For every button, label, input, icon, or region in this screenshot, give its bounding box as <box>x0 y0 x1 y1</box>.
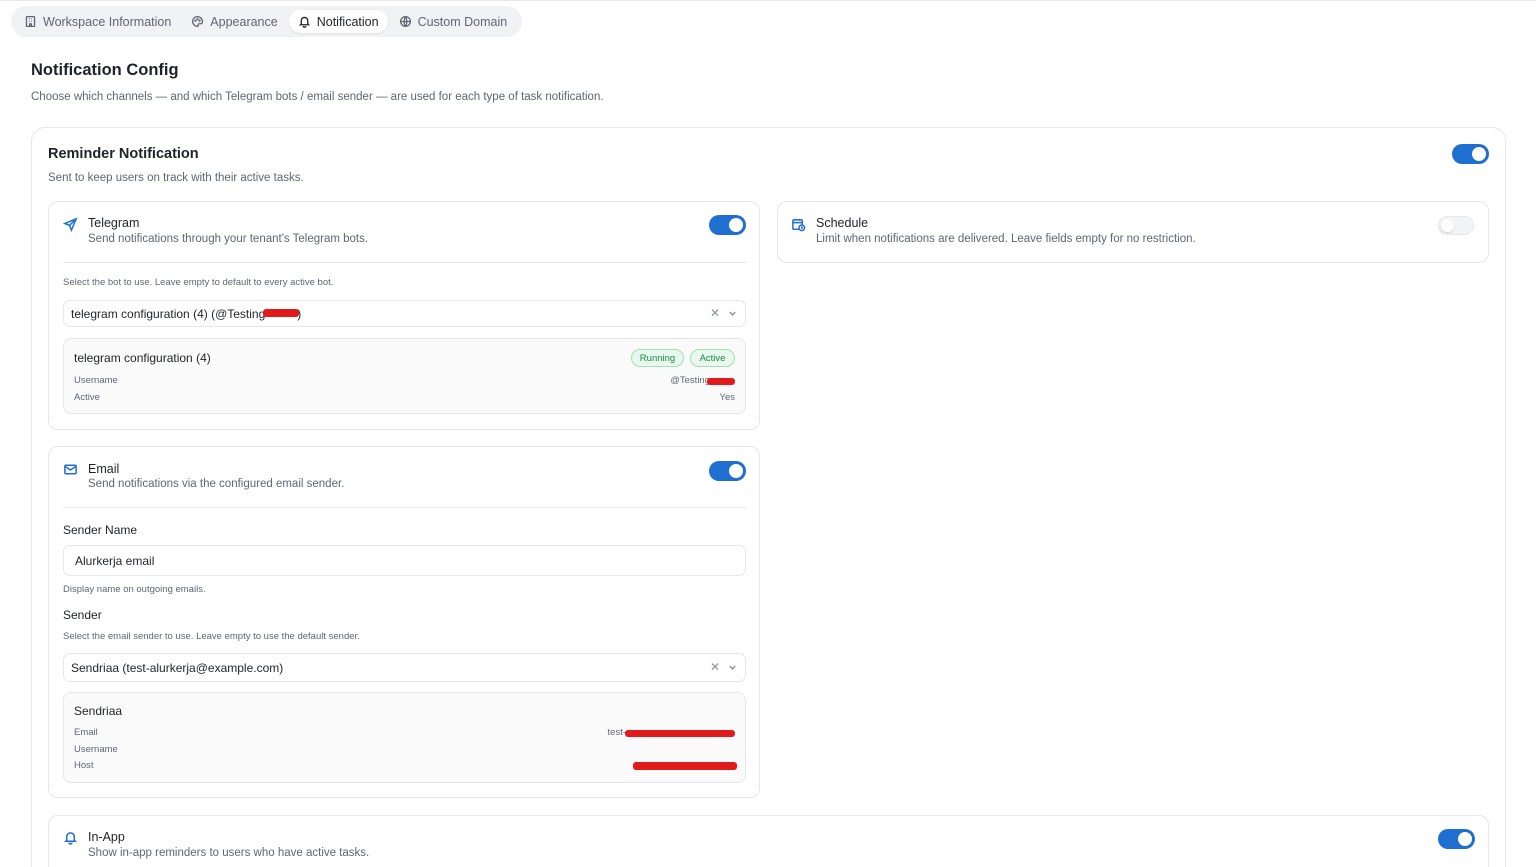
tab-label: Custom Domain <box>417 14 508 29</box>
email-description: Send notifications via the configured em… <box>88 478 345 490</box>
email-sender-selected: Sendriaa (test-alurkerja@example.com) <box>71 660 284 675</box>
sender-email-value: test- <box>607 727 626 738</box>
reminder-title: Reminder Notification <box>48 146 199 162</box>
inapp-toggle[interactable] <box>1438 829 1475 849</box>
inapp-title: In-App <box>88 830 125 844</box>
palette-icon <box>192 15 204 28</box>
email-sender-select[interactable]: Sendriaa (test-alurkerja@example.com) ✕ <box>63 653 746 682</box>
reminder-description: Sent to keep users on track with their a… <box>48 172 304 184</box>
reminder-toggle[interactable] <box>1452 144 1489 164</box>
telegram-bot-hint: Select the bot to use. Leave empty to de… <box>63 277 334 288</box>
email-toggle[interactable] <box>709 461 746 481</box>
redaction-mark <box>707 378 735 385</box>
settings-tabs: Workspace Information Appearance Notific… <box>11 6 522 37</box>
sender-name-input[interactable] <box>63 545 746 576</box>
schedule-card <box>777 201 1489 263</box>
telegram-title: Telegram <box>88 216 140 230</box>
schedule-description: Limit when notifications are delivered. … <box>816 233 1196 245</box>
redaction-mark <box>625 730 735 737</box>
sender-username-label: Username <box>74 744 118 755</box>
mail-icon <box>64 464 77 475</box>
page-description: Choose which channels — and which Telegr… <box>31 91 604 103</box>
sender-name-hint: Display name on outgoing emails. <box>63 584 206 595</box>
bot-name: telegram configuration (4) <box>74 351 211 365</box>
schedule-toggle[interactable] <box>1438 216 1474 235</box>
telegram-bot-select[interactable]: telegram configuration (4) (@Testing) ✕ <box>63 300 746 327</box>
tab-label: Notification <box>316 14 379 29</box>
send-icon <box>63 217 78 232</box>
schedule-title: Schedule <box>816 216 869 230</box>
inapp-channel-card <box>48 815 1489 867</box>
status-badge-running: Running <box>631 349 684 367</box>
bot-username-value: @Testing <box>670 375 710 386</box>
clear-icon[interactable]: ✕ <box>710 660 720 674</box>
bell-icon <box>64 832 77 845</box>
top-border <box>0 0 1536 1</box>
status-badge-active: Active <box>690 349 735 367</box>
bot-username-label: Username <box>74 375 118 386</box>
tab-workspace-information[interactable]: Workspace Information <box>15 10 180 33</box>
telegram-description: Send notifications through your tenant's… <box>88 233 369 245</box>
telegram-bot-selected: telegram configuration (4) (@Testing <box>71 306 266 321</box>
divider <box>63 507 746 508</box>
calendar-clock-icon <box>792 218 806 232</box>
tab-appearance[interactable]: Appearance <box>182 10 286 33</box>
sender-name-label: Sender Name <box>63 523 138 537</box>
inapp-description: Show in-app reminders to users who have … <box>88 847 370 859</box>
sender-label: Sender <box>63 608 102 622</box>
divider <box>63 262 746 263</box>
tab-label: Workspace Information <box>43 14 172 29</box>
bot-active-value: Yes <box>719 392 736 403</box>
email-title: Email <box>88 462 120 476</box>
redaction-mark <box>633 762 737 770</box>
redaction-mark <box>263 309 299 317</box>
sender-hint: Select the email sender to use. Leave em… <box>63 631 360 642</box>
sender-email-label: Email <box>74 727 98 738</box>
tab-label: Appearance <box>210 14 278 29</box>
globe-icon <box>399 15 411 28</box>
chevron-down-icon[interactable] <box>728 663 737 672</box>
clear-icon[interactable]: ✕ <box>710 306 720 320</box>
telegram-toggle[interactable] <box>709 215 746 235</box>
tab-notification[interactable]: Notification <box>288 10 388 33</box>
bot-active-label: Active <box>74 392 100 403</box>
sender-info-name: Sendriaa <box>74 704 123 718</box>
page-title: Notification Config <box>31 61 179 79</box>
chevron-down-icon[interactable] <box>728 309 737 318</box>
sender-host-label: Host <box>74 760 94 771</box>
building-icon <box>25 15 36 28</box>
tab-custom-domain[interactable]: Custom Domain <box>390 10 517 33</box>
bell-icon <box>298 16 310 28</box>
